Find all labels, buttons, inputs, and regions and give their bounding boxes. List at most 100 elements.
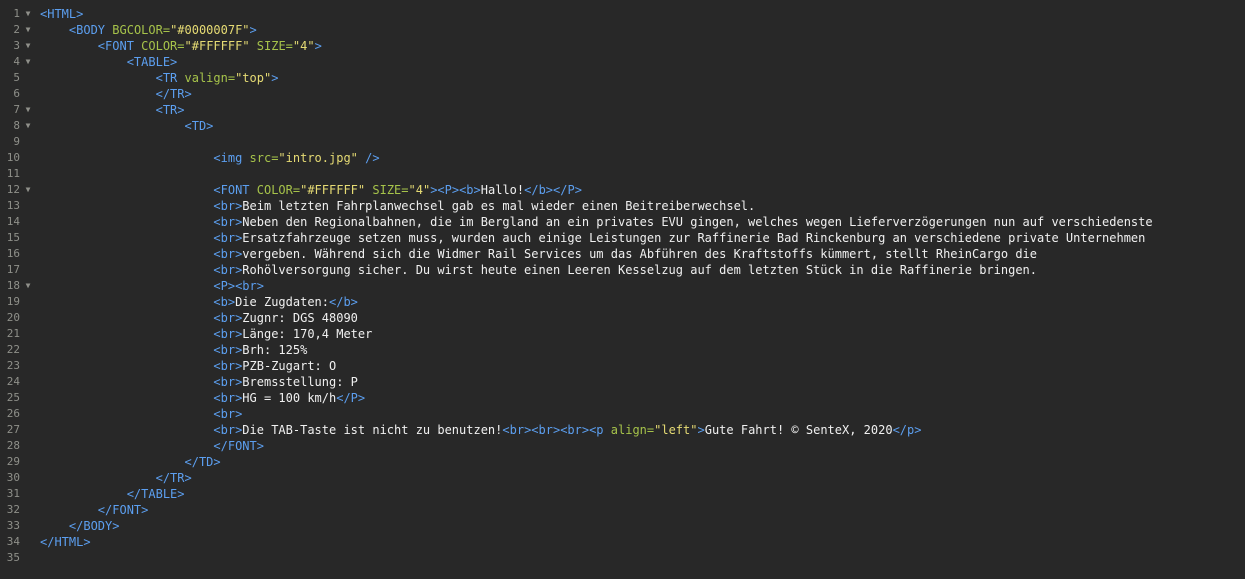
line-number: 28 <box>6 439 20 452</box>
code-token: SIZE= <box>372 183 409 197</box>
code-line[interactable]: 17 <br>Rohölversorgung sicher. Du wirst … <box>0 262 1245 278</box>
code-line[interactable]: 10 <img src="intro.jpg" /> <box>0 150 1245 166</box>
code-content: <br>Ersatzfahrzeuge setzen muss, wurden … <box>40 230 1145 246</box>
line-number: 18 <box>6 279 20 292</box>
code-token: HG = 100 km/h <box>242 391 337 405</box>
code-line[interactable]: 13 <br>Beim letzten Fahrplanwechsel gab … <box>0 198 1245 214</box>
code-line[interactable]: 28 </FONT> <box>0 438 1245 454</box>
code-content: <br>Brh: 125% <box>40 342 307 358</box>
code-content: <br>Bremsstellung: P <box>40 374 358 390</box>
code-token: vergeben. Während sich die Widmer Rail S… <box>242 247 1038 261</box>
fold-arrow-icon[interactable]: ▼ <box>23 102 33 118</box>
line-number: 34 <box>6 535 20 548</box>
fold-arrow-icon[interactable]: ▼ <box>23 38 33 54</box>
code-line[interactable]: 16 <br>vergeben. Während sich die Widmer… <box>0 246 1245 262</box>
code-content: </FONT> <box>40 438 264 454</box>
code-line[interactable]: 5 <TR valign="top"> <box>0 70 1245 86</box>
code-token: > <box>314 39 322 53</box>
code-token: <FONT <box>213 183 257 197</box>
code-token: <br><br><br><p <box>502 423 611 437</box>
code-token: <br> <box>213 359 243 373</box>
fold-arrow-icon[interactable]: ▼ <box>23 6 33 22</box>
line-number: 7 <box>13 103 20 116</box>
line-number: 21 <box>6 327 20 340</box>
fold-arrow-icon[interactable]: ▼ <box>23 22 33 38</box>
code-token: </FONT> <box>97 503 149 517</box>
code-line[interactable]: 34 </HTML> <box>0 534 1245 550</box>
code-line[interactable]: 35 <box>0 550 1245 566</box>
code-token: align= <box>610 423 655 437</box>
code-token: <br> <box>213 199 243 213</box>
code-line[interactable]: 33 </BODY> <box>0 518 1245 534</box>
line-number: 17 <box>6 263 20 276</box>
code-line[interactable]: 32 </FONT> <box>0 502 1245 518</box>
line-number: 19 <box>6 295 20 308</box>
code-line[interactable]: 31 </TABLE> <box>0 486 1245 502</box>
code-line[interactable]: 21 <br>Länge: 170,4 Meter <box>0 326 1245 342</box>
code-token: "left" <box>654 423 698 437</box>
code-line[interactable]: 6 </TR> <box>0 86 1245 102</box>
code-line[interactable]: 24 <br>Bremsstellung: P <box>0 374 1245 390</box>
line-number: 22 <box>6 343 20 356</box>
code-content: <br>HG = 100 km/h</P> <box>40 390 365 406</box>
code-token: PZB-Zugart: O <box>242 359 337 373</box>
code-line[interactable]: 3 ▼ <FONT COLOR="#FFFFFF" SIZE="4"> <box>0 38 1245 54</box>
line-number: 16 <box>6 247 20 260</box>
code-line[interactable]: 29 </TD> <box>0 454 1245 470</box>
code-token: <br> <box>213 263 243 277</box>
code-token: <TABLE> <box>126 55 178 69</box>
code-content: </TR> <box>40 86 192 102</box>
line-number: 33 <box>6 519 20 532</box>
fold-arrow-icon[interactable]: ▼ <box>23 118 33 134</box>
fold-arrow-icon[interactable]: ▼ <box>23 54 33 70</box>
code-token: Ersatzfahrzeuge setzen muss, wurden auch… <box>242 231 1146 245</box>
code-token: </HTML> <box>40 535 91 549</box>
line-number: 27 <box>6 423 20 436</box>
code-line[interactable]: 15 <br>Ersatzfahrzeuge setzen muss, wurd… <box>0 230 1245 246</box>
code-line[interactable]: 23 <br>PZB-Zugart: O <box>0 358 1245 374</box>
code-line[interactable]: 22 <br>Brh: 125% <box>0 342 1245 358</box>
code-editor[interactable]: 1 ▼ <HTML> 2 ▼ <BODY BGCOLOR="#0000007F"> 3 ▼ … <box>0 0 1245 579</box>
line-number: 6 <box>13 87 20 100</box>
line-number: 1 <box>13 7 20 20</box>
code-token: Brh: 125% <box>242 343 308 357</box>
fold-arrow-icon[interactable]: ▼ <box>23 278 33 294</box>
code-token: </FONT> <box>213 439 264 453</box>
code-content: <TD> <box>40 118 214 134</box>
code-token: Hallo! <box>480 183 525 197</box>
code-line[interactable]: 2 ▼ <BODY BGCOLOR="#0000007F"> <box>0 22 1245 38</box>
code-line[interactable]: 7 ▼ <TR> <box>0 102 1245 118</box>
code-line[interactable]: 19 <b>Die Zugdaten:</b> <box>0 294 1245 310</box>
line-number: 30 <box>6 471 20 484</box>
code-line[interactable]: 4 ▼ <TABLE> <box>0 54 1245 70</box>
code-content: <FONT COLOR="#FFFFFF" SIZE="4"><P><b>Hal… <box>40 182 582 198</box>
code-token: "#0000007F" <box>170 23 250 37</box>
code-token: </P> <box>336 391 366 405</box>
code-content: <FONT COLOR="#FFFFFF" SIZE="4"> <box>40 38 322 54</box>
code-content: </TR> <box>40 470 192 486</box>
code-token: /> <box>365 151 380 165</box>
code-line[interactable]: 25 <br>HG = 100 km/h</P> <box>0 390 1245 406</box>
code-line[interactable]: 14 <br>Neben den Regionalbahnen, die im … <box>0 214 1245 230</box>
code-line[interactable]: 20 <br>Zugnr: DGS 48090 <box>0 310 1245 326</box>
code-line[interactable]: 26 <br> <box>0 406 1245 422</box>
code-line[interactable]: 9 <box>0 134 1245 150</box>
code-line[interactable]: 18 ▼ <P><br> <box>0 278 1245 294</box>
code-line[interactable]: 30 </TR> <box>0 470 1245 486</box>
code-line[interactable]: 8 ▼ <TD> <box>0 118 1245 134</box>
code-token: Beim letzten Fahrplanwechsel gab es mal … <box>242 199 756 213</box>
code-line[interactable]: 12 ▼ <FONT COLOR="#FFFFFF" SIZE="4"><P><b… <box>0 182 1245 198</box>
fold-arrow-icon[interactable]: ▼ <box>23 182 33 198</box>
code-content: </BODY> <box>40 518 120 534</box>
code-token: > <box>697 423 705 437</box>
line-number: 24 <box>6 375 20 388</box>
code-line[interactable]: 11 <box>0 166 1245 182</box>
code-line[interactable]: 27 <br>Die TAB-Taste ist nicht zu benutz… <box>0 422 1245 438</box>
code-line[interactable]: 1 ▼ <HTML> <box>0 6 1245 22</box>
